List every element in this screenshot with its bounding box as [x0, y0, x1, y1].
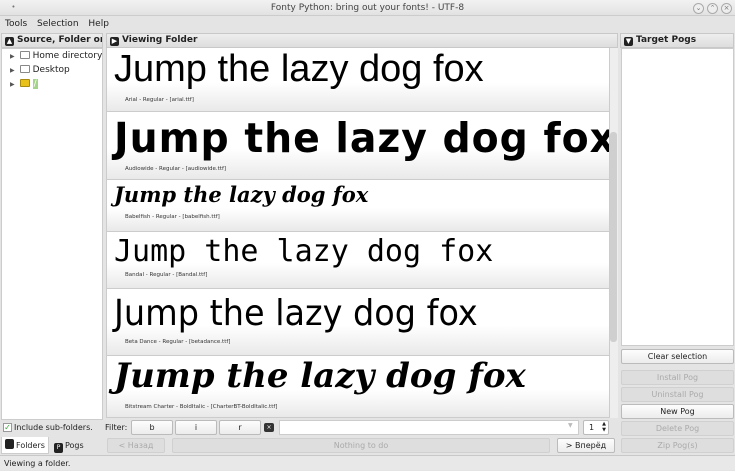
tab-folders[interactable]: Folders [1, 437, 49, 454]
font-sample: Jump the lazy dog fox [114, 114, 609, 162]
filter-dropdown-icon[interactable]: ▼ [568, 422, 573, 429]
down-arrow-icon: ▼ [624, 37, 633, 46]
zip-pogs-button[interactable]: Zip Pog(s) [621, 438, 734, 453]
folder-icon [19, 65, 30, 73]
font-caption: Audiowide - Regular - [audiowide.ttf] [125, 166, 227, 172]
target-pogs-list[interactable] [621, 48, 734, 346]
font-caption: Babelfish - Regular - [babelfish.ttf] [125, 214, 220, 220]
new-pog-button[interactable]: New Pog [621, 404, 734, 419]
font-sample: Jump the lazy dog fox [114, 293, 478, 334]
window-title: Fonty Python: bring out your fonts! - UT… [270, 3, 465, 13]
viewing-panel-title: Viewing Folder [122, 35, 198, 45]
folder-icon [19, 51, 30, 59]
filter-bold-button[interactable]: b [131, 420, 173, 435]
folder-icon [19, 79, 30, 87]
tree-item-root[interactable]: ▶ / [2, 77, 102, 91]
checkmark-icon: ✓ [3, 423, 12, 432]
font-caption: Arial - Regular - [arial.ttf] [125, 97, 194, 103]
tab-label: Pogs [65, 441, 84, 450]
font-caption: Bandal - Regular - [Bandal.ttf] [125, 272, 208, 278]
expand-arrow-icon[interactable]: ▶ [10, 81, 15, 88]
source-panel-title: Source, Folder or Pog [17, 35, 102, 45]
font-sample: Jump the lazy dog fox [114, 48, 484, 90]
expand-arrow-icon[interactable]: ▶ [10, 53, 15, 60]
filter-italic-button[interactable]: i [175, 420, 217, 435]
font-row[interactable]: Jump the lazy dog fox Bitstream Charter -… [107, 356, 609, 418]
up-arrow-icon: ▲ [5, 37, 14, 46]
menu-selection[interactable]: Selection [37, 19, 78, 29]
font-sample: Jump the lazy dog fox [114, 182, 369, 207]
pogs-icon: P [54, 443, 63, 453]
clear-selection-button[interactable]: Clear selection [621, 349, 734, 364]
font-list[interactable]: Jump the lazy dog fox Arial - Regular - [… [106, 48, 609, 418]
clear-filter-icon[interactable]: × [264, 423, 274, 432]
viewing-panel-header: ▶ Viewing Folder [106, 33, 618, 48]
uninstall-pog-button[interactable]: Uninstall Pog [621, 387, 734, 402]
app-menu-icon[interactable]: • [8, 3, 19, 14]
font-row[interactable]: Jump the lazy dog fox Bandal - Regular - … [107, 232, 609, 289]
close-icon[interactable]: × [721, 3, 732, 14]
font-row[interactable]: Jump the lazy dog fox Beta Dance - Regula… [107, 289, 609, 356]
tab-label: Folders [16, 441, 45, 450]
status-bar: Viewing a folder. [0, 455, 735, 470]
install-pog-button[interactable]: Install Pog [621, 370, 734, 385]
folders-icon [5, 439, 14, 449]
delete-pog-button[interactable]: Delete Pog [621, 421, 734, 436]
action-status-button[interactable]: Nothing to do [172, 438, 550, 453]
title-bar: Fonty Python: bring out your fonts! - UT… [0, 0, 735, 16]
status-text: Viewing a folder. [4, 459, 71, 468]
right-arrow-icon: ▶ [110, 37, 119, 46]
page-spinner[interactable]: 1 ▲ ▼ [583, 420, 609, 435]
menu-tools[interactable]: Tools [5, 19, 27, 29]
include-subfolders-label: Include sub-folders. [14, 423, 93, 432]
scrollbar-thumb[interactable] [610, 132, 617, 342]
font-row[interactable]: Jump the lazy dog fox Arial - Regular - [… [107, 48, 609, 112]
tree-label: / [32, 79, 38, 89]
forward-button[interactable]: > Вперёд [557, 438, 615, 453]
expand-arrow-icon[interactable]: ▶ [10, 67, 15, 74]
font-row[interactable]: Jump the lazy dog fox Babelfish - Regular… [107, 180, 609, 232]
menu-bar: Tools Selection Help [0, 16, 735, 32]
minimize-icon[interactable]: ⌄ [693, 3, 704, 14]
source-panel-header: ▲Source, Folder or Pog [1, 33, 103, 48]
maximize-icon[interactable]: ⌃ [707, 3, 718, 14]
back-button[interactable]: < Назад [107, 438, 165, 453]
filter-input[interactable] [279, 420, 579, 435]
folder-tree[interactable]: ▶ Home directory ▶ Desktop ▶ / [1, 48, 103, 420]
tree-item-desktop[interactable]: ▶ Desktop [2, 63, 102, 77]
font-sample: Jump the lazy dog fox [114, 356, 526, 396]
tree-label: Desktop [32, 65, 70, 75]
target-pogs-panel: ▼ Target Pogs [620, 33, 734, 48]
page-number: 1 [589, 423, 595, 432]
target-pogs-header: ▼ Target Pogs [620, 33, 734, 48]
font-row[interactable]: Jump the lazy dog fox Audiowide - Regular… [107, 112, 609, 180]
tab-pogs[interactable]: P Pogs [51, 437, 91, 454]
filter-regular-button[interactable]: r [219, 420, 261, 435]
spinner-arrows-icon[interactable]: ▲ ▼ [602, 421, 606, 433]
include-subfolders-checkbox[interactable]: ✓ Include sub-folders. [3, 422, 93, 434]
menu-help[interactable]: Help [88, 19, 109, 29]
tree-label: Home directory [32, 51, 103, 61]
target-pogs-title: Target Pogs [636, 35, 697, 45]
font-caption: Beta Dance - Regular - [betadance.ttf] [125, 339, 231, 345]
font-caption: Bitstream Charter - BoldItalic - [Charte… [125, 404, 278, 410]
tree-item-home[interactable]: ▶ Home directory [2, 49, 102, 63]
font-sample: Jump the lazy dog fox [114, 234, 494, 269]
filter-label: Filter: [105, 423, 128, 432]
